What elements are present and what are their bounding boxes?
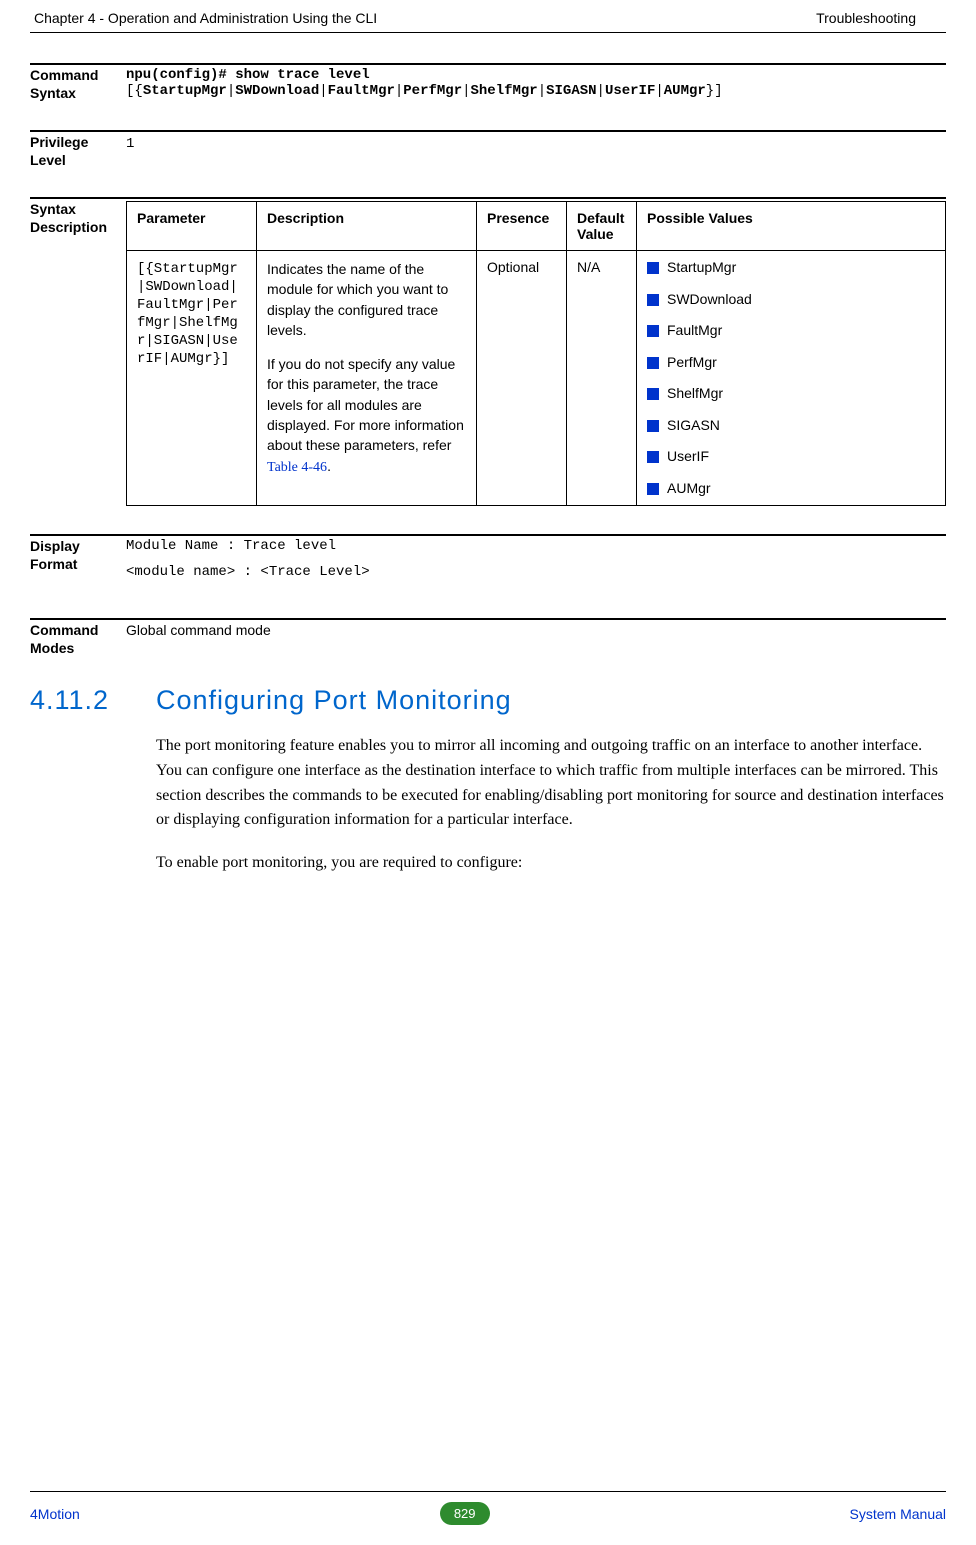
cell-parameter: [{StartupMgr|SWDownload|FaultMgr|PerfMgr… — [137, 261, 238, 367]
header-right: Troubleshooting — [816, 10, 916, 26]
bullet-icon — [647, 420, 659, 432]
bullet-icon — [647, 451, 659, 463]
page-footer: 4Motion 829 System Manual — [30, 1491, 946, 1525]
table-link[interactable]: Table 4-46 — [267, 460, 327, 475]
command-modes-value: Global command mode — [126, 622, 271, 638]
cell-possible-values: StartupMgr SWDownload FaultMgr PerfMgr S… — [637, 251, 946, 506]
heading-number: 4.11.2 — [30, 685, 156, 716]
bullet-icon — [647, 262, 659, 274]
body-paragraph-2: To enable port monitoring, you are requi… — [156, 851, 946, 876]
cmd-close: }] — [706, 83, 723, 99]
th-presence: Presence — [477, 202, 567, 251]
command-syntax-body: npu(config)# show trace level [{StartupM… — [126, 63, 946, 102]
bullet-text: FaultMgr — [667, 322, 935, 340]
page-header: Chapter 4 - Operation and Administration… — [30, 0, 946, 33]
th-parameter: Parameter — [127, 202, 257, 251]
content-area: Command Syntax npu(config)# show trace l… — [0, 33, 976, 876]
desc-p2: If you do not specify any value for this… — [267, 356, 464, 453]
cmd-p6: UserIF — [605, 83, 655, 99]
desc-p1: Indicates the name of the module for whi… — [267, 259, 466, 340]
th-description: Description — [257, 202, 477, 251]
command-syntax-label: Command Syntax — [30, 63, 126, 102]
cmd-p1: SWDownload — [235, 83, 319, 99]
bullet-icon — [647, 325, 659, 337]
cell-default: N/A — [567, 251, 637, 506]
syntax-description-section: Syntax Description Parameter Description… — [30, 197, 946, 506]
cmd-p5: SIGASN — [546, 83, 596, 99]
cmd-p2: FaultMgr — [328, 83, 395, 99]
table-row: [{StartupMgr|SWDownload|FaultMgr|PerfMgr… — [127, 251, 946, 506]
privilege-level-body: 1 — [126, 130, 946, 169]
command-modes-label: Command Modes — [30, 618, 126, 657]
display-format-body: Module Name : Trace level <module name> … — [126, 534, 946, 590]
cmd-line1: npu(config)# show trace level — [126, 67, 370, 83]
bullet-text: ShelfMgr — [667, 385, 935, 403]
header-left: Chapter 4 - Operation and Administration… — [34, 10, 377, 26]
list-item: ShelfMgr — [647, 385, 935, 403]
footer-left: 4Motion — [30, 1506, 80, 1522]
list-item: UserIF — [647, 448, 935, 466]
th-default: Default Value — [567, 202, 637, 251]
footer-right: System Manual — [850, 1506, 946, 1522]
bullet-icon — [647, 483, 659, 495]
privilege-level-section: Privilege Level 1 — [30, 130, 946, 169]
cell-presence: Optional — [477, 251, 567, 506]
cmd-p4: ShelfMgr — [471, 83, 538, 99]
th-possible: Possible Values — [637, 202, 946, 251]
heading-title: Configuring Port Monitoring — [156, 685, 512, 716]
bullet-icon — [647, 357, 659, 369]
privilege-level-label: Privilege Level — [30, 130, 126, 169]
syntax-description-body: Parameter Description Presence Default V… — [126, 197, 946, 506]
section-heading: 4.11.2 Configuring Port Monitoring — [30, 685, 946, 716]
cmd-p3: PerfMgr — [403, 83, 462, 99]
cell-description: Indicates the name of the module for whi… — [257, 251, 477, 506]
bullet-icon — [647, 294, 659, 306]
body-paragraph-1: The port monitoring feature enables you … — [156, 734, 946, 833]
cmd-p0: StartupMgr — [143, 83, 227, 99]
display-line1: Module Name : Trace level — [126, 538, 946, 554]
command-syntax-code: npu(config)# show trace level [{StartupM… — [126, 67, 946, 99]
bullet-text: AUMgr — [667, 480, 935, 498]
parameter-table: Parameter Description Presence Default V… — [126, 201, 946, 506]
display-line2: <module name> : <Trace Level> — [126, 564, 946, 580]
display-format-label: Display Format — [30, 534, 126, 590]
cmd-open: [{ — [126, 83, 143, 99]
table-header-row: Parameter Description Presence Default V… — [127, 202, 946, 251]
bullet-text: SWDownload — [667, 291, 935, 309]
list-item: FaultMgr — [647, 322, 935, 340]
syntax-description-label: Syntax Description — [30, 197, 126, 506]
command-modes-body: Global command mode — [126, 618, 946, 657]
bullet-icon — [647, 388, 659, 400]
page-number-badge: 829 — [440, 1502, 490, 1525]
bullet-text: SIGASN — [667, 417, 935, 435]
list-item: PerfMgr — [647, 354, 935, 372]
command-modes-section: Command Modes Global command mode — [30, 618, 946, 657]
cmd-p7: AUMgr — [664, 83, 706, 99]
privilege-value: 1 — [126, 136, 134, 152]
desc-p2-wrap: If you do not specify any value for this… — [267, 354, 466, 478]
list-item: SIGASN — [647, 417, 935, 435]
bullet-text: StartupMgr — [667, 259, 935, 277]
bullet-text: UserIF — [667, 448, 935, 466]
bullet-text: PerfMgr — [667, 354, 935, 372]
list-item: StartupMgr — [647, 259, 935, 277]
list-item: SWDownload — [647, 291, 935, 309]
display-format-section: Display Format Module Name : Trace level… — [30, 534, 946, 590]
desc-after: . — [327, 458, 331, 474]
command-syntax-section: Command Syntax npu(config)# show trace l… — [30, 63, 946, 102]
list-item: AUMgr — [647, 480, 935, 498]
